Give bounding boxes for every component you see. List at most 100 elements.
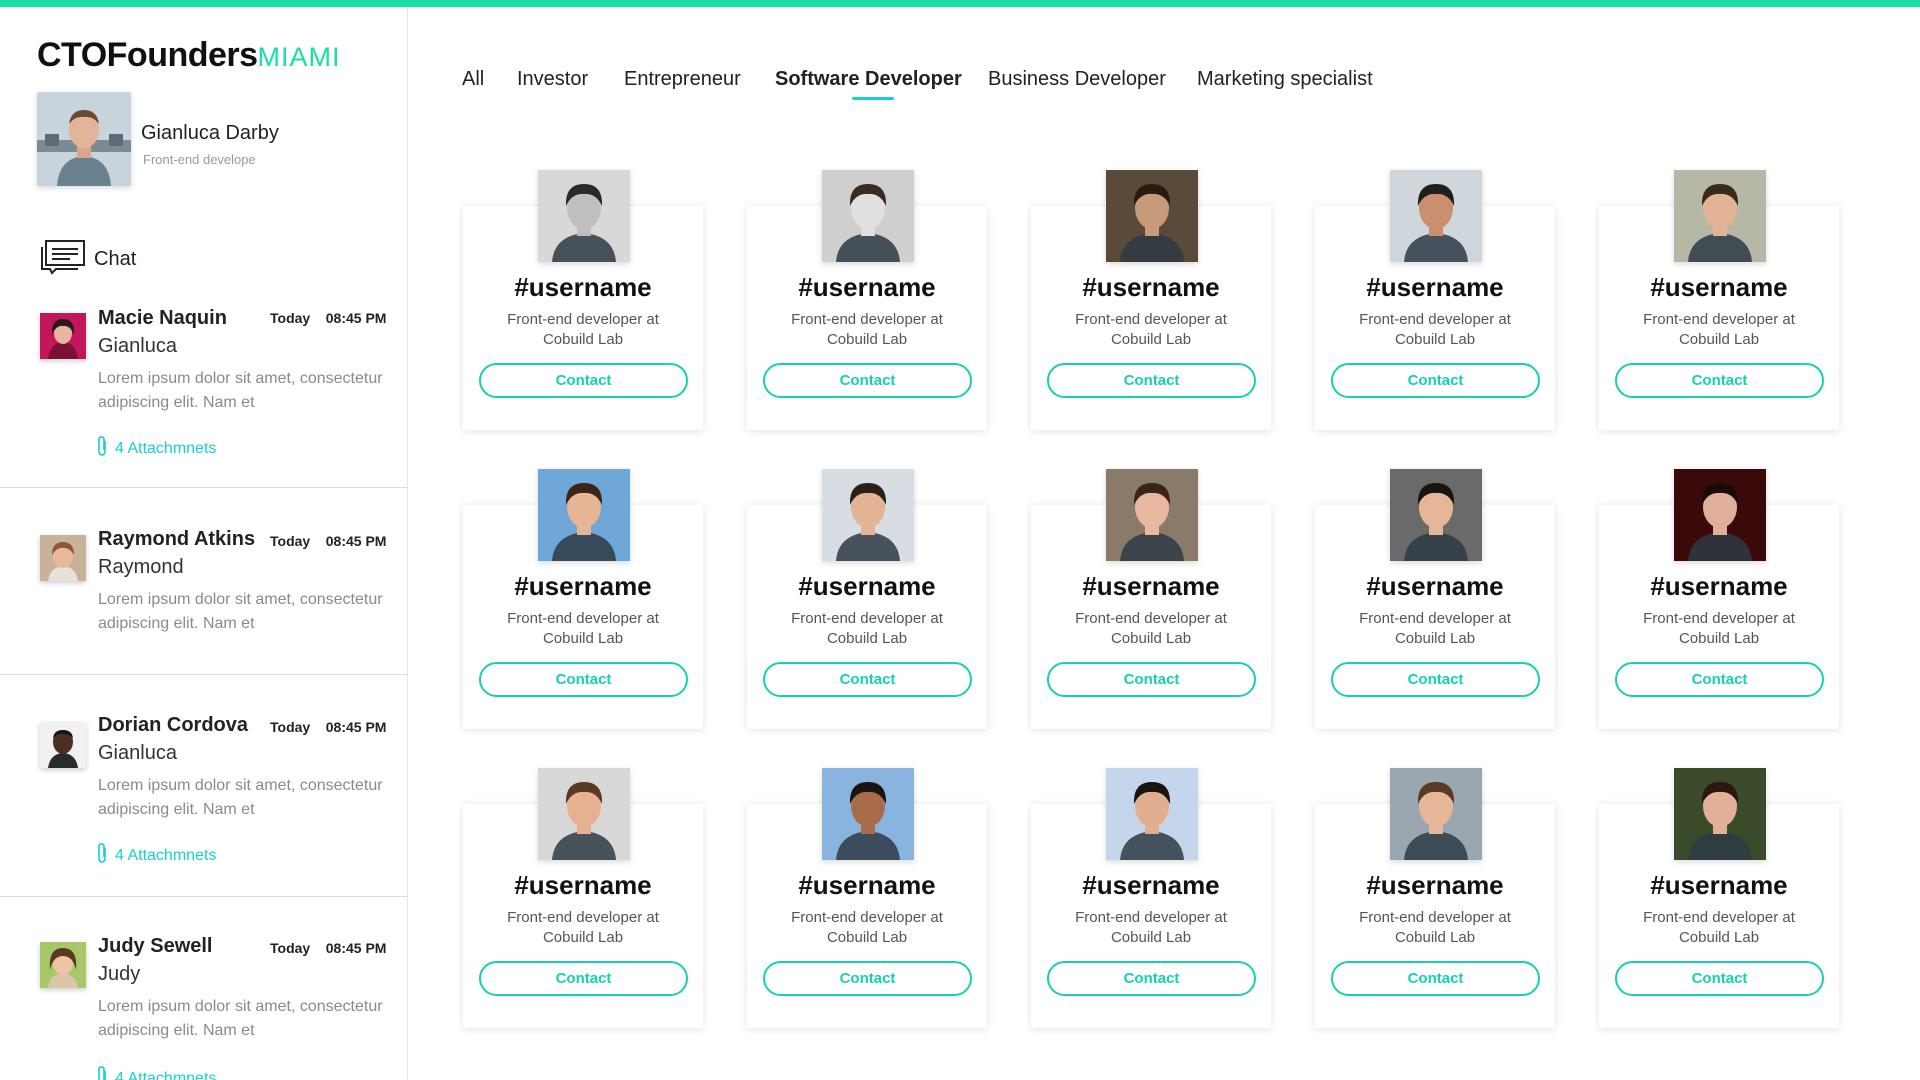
developer-card: #username Front-end developer at Cobuild … bbox=[1599, 469, 1839, 729]
developer-photo bbox=[822, 469, 914, 561]
contact-button[interactable]: Contact bbox=[1047, 961, 1256, 996]
conversation-clock: 08:45 PM bbox=[325, 940, 387, 956]
developer-username: #username bbox=[1082, 571, 1220, 601]
contact-button[interactable]: Contact bbox=[763, 363, 972, 398]
developer-username: #username bbox=[798, 272, 936, 302]
developer-card: #username Front-end developer at Cobuild … bbox=[463, 768, 703, 1028]
developer-username: #username bbox=[1082, 870, 1220, 900]
contact-button[interactable]: Contact bbox=[1615, 363, 1824, 398]
developer-role: Front-end developer at Cobuild Lab bbox=[1075, 311, 1227, 348]
conversation-subtitle: Gianluca bbox=[98, 742, 177, 764]
conversation-time: Today 08:45 PM bbox=[270, 533, 386, 549]
developer-username: #username bbox=[514, 571, 652, 601]
tab-business-developer[interactable]: Business Developer bbox=[988, 68, 1166, 91]
logo-brand: CTOFounders bbox=[37, 36, 258, 74]
conversation-day: Today bbox=[270, 940, 311, 956]
contact-button[interactable]: Contact bbox=[479, 363, 688, 398]
conversation-time: Today 08:45 PM bbox=[270, 719, 386, 735]
conversation-name: Judy Sewell bbox=[98, 935, 213, 957]
contact-button[interactable]: Contact bbox=[1615, 662, 1824, 697]
developer-username: #username bbox=[1366, 870, 1504, 900]
developer-photo bbox=[822, 768, 914, 860]
developer-role: Front-end developer at Cobuild Lab bbox=[1359, 610, 1511, 647]
developer-card: #username Front-end developer at Cobuild … bbox=[747, 768, 987, 1028]
conversation-subtitle: Judy bbox=[98, 963, 141, 985]
developer-role: Front-end developer at Cobuild Lab bbox=[507, 909, 659, 946]
tab-investor[interactable]: Investor bbox=[517, 68, 588, 91]
conversation-clock: 08:45 PM bbox=[325, 310, 387, 326]
developer-username: #username bbox=[1650, 272, 1788, 302]
developer-username: #username bbox=[1366, 272, 1504, 302]
developer-role: Front-end developer at Cobuild Lab bbox=[1643, 909, 1795, 946]
paperclip-icon bbox=[95, 842, 109, 869]
conversation-day: Today bbox=[270, 533, 311, 549]
developer-card: #username Front-end developer at Cobuild … bbox=[463, 170, 703, 430]
developer-role: Front-end developer at Cobuild Lab bbox=[1359, 311, 1511, 348]
developer-card: #username Front-end developer at Cobuild … bbox=[1031, 768, 1271, 1028]
conversation-subtitle: Raymond bbox=[98, 556, 184, 578]
contact-button[interactable]: Contact bbox=[763, 961, 972, 996]
conversation-preview: Lorem ipsum dolor sit amet, consectetur … bbox=[98, 370, 383, 411]
conversation-clock: 08:45 PM bbox=[325, 533, 387, 549]
chat-header[interactable]: Chat bbox=[40, 239, 136, 279]
chat-label: Chat bbox=[94, 247, 137, 270]
tab-marketing-specialist[interactable]: Marketing specialist bbox=[1197, 68, 1373, 91]
tab-all[interactable]: All bbox=[462, 68, 484, 91]
developer-username: #username bbox=[514, 272, 652, 302]
contact-button[interactable]: Contact bbox=[479, 662, 688, 697]
conversation-divider bbox=[0, 674, 407, 675]
conversation-preview: Lorem ipsum dolor sit amet, consectetur … bbox=[98, 591, 383, 632]
contact-button[interactable]: Contact bbox=[1615, 961, 1824, 996]
developer-photo bbox=[1106, 170, 1198, 262]
developer-role: Front-end developer at Cobuild Lab bbox=[1359, 909, 1511, 946]
app-logo[interactable]: CTOFoundersMIAMI bbox=[37, 33, 341, 79]
paperclip-icon bbox=[95, 1065, 109, 1080]
developer-role: Front-end developer at Cobuild Lab bbox=[507, 311, 659, 348]
contact-button[interactable]: Contact bbox=[1331, 662, 1540, 697]
tab-entrepreneur[interactable]: Entrepreneur bbox=[624, 68, 741, 91]
developer-username: #username bbox=[1366, 571, 1504, 601]
current-user-name: Gianluca Darby bbox=[141, 122, 279, 144]
avatar bbox=[40, 313, 86, 359]
contact-button[interactable]: Contact bbox=[1047, 363, 1256, 398]
developer-photo bbox=[1390, 768, 1482, 860]
contact-button[interactable]: Contact bbox=[1047, 662, 1256, 697]
developer-photo bbox=[1390, 469, 1482, 561]
developer-photo bbox=[538, 768, 630, 860]
developer-card: #username Front-end developer at Cobuild … bbox=[1315, 768, 1555, 1028]
avatar bbox=[40, 535, 86, 581]
chat-icon bbox=[40, 239, 86, 280]
developer-photo bbox=[1674, 170, 1766, 262]
avatar bbox=[40, 722, 86, 768]
developer-username: #username bbox=[798, 571, 936, 601]
developer-photo bbox=[1106, 768, 1198, 860]
developer-photo bbox=[822, 170, 914, 262]
developer-photo bbox=[538, 170, 630, 262]
contact-button[interactable]: Contact bbox=[1331, 363, 1540, 398]
conversation-day: Today bbox=[270, 719, 311, 735]
attachments-label: 4 Attachmnets bbox=[115, 439, 217, 457]
active-tab-indicator bbox=[852, 97, 894, 100]
contact-button[interactable]: Contact bbox=[479, 961, 688, 996]
paperclip-icon bbox=[95, 435, 109, 462]
tab-software-developer[interactable]: Software Developer bbox=[775, 68, 962, 91]
developer-role: Front-end developer at Cobuild Lab bbox=[1643, 311, 1795, 348]
conversation-time: Today 08:45 PM bbox=[270, 310, 386, 326]
developer-photo bbox=[1674, 768, 1766, 860]
attachments-link[interactable]: 4 Attachmnets bbox=[95, 435, 216, 462]
contact-button[interactable]: Contact bbox=[763, 662, 972, 697]
developer-username: #username bbox=[1650, 870, 1788, 900]
avatar bbox=[40, 942, 86, 988]
contact-button[interactable]: Contact bbox=[1331, 961, 1540, 996]
conversation-name: Macie Naquin bbox=[98, 307, 227, 329]
conversation-name: Dorian Cordova bbox=[98, 714, 249, 736]
developer-role: Front-end developer at Cobuild Lab bbox=[507, 610, 659, 647]
attachments-link[interactable]: 4 Attachmnets bbox=[95, 842, 216, 869]
developer-role: Front-end developer at Cobuild Lab bbox=[791, 909, 943, 946]
attachments-link[interactable]: 4 Attachmnets bbox=[95, 1065, 216, 1080]
current-user-avatar bbox=[37, 92, 131, 186]
developer-card: #username Front-end developer at Cobuild … bbox=[747, 469, 987, 729]
logo-city: MIAMI bbox=[257, 42, 341, 72]
developer-role: Front-end developer at Cobuild Lab bbox=[1643, 610, 1795, 647]
developer-role: Front-end developer at Cobuild Lab bbox=[791, 311, 943, 348]
